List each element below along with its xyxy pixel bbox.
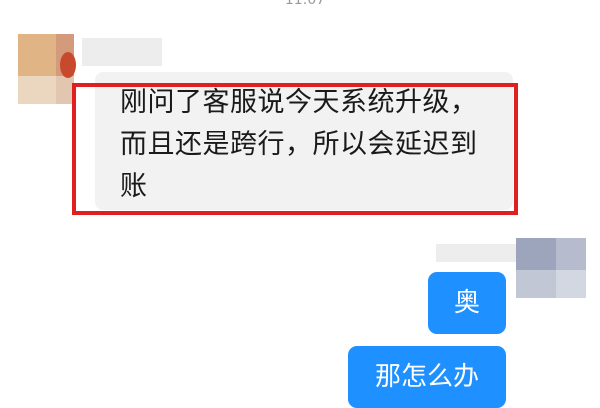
outgoing-message-bubble[interactable]: 奥 bbox=[428, 272, 506, 334]
avatar-pixel bbox=[556, 270, 586, 298]
my-name-blurred bbox=[436, 244, 516, 262]
avatar-pixel bbox=[556, 238, 586, 270]
avatar-badge-dot bbox=[60, 52, 76, 78]
my-avatar[interactable] bbox=[516, 238, 586, 298]
contact-name-blurred bbox=[82, 38, 162, 66]
avatar-pixel bbox=[516, 238, 556, 270]
avatar-pixel bbox=[18, 34, 56, 76]
avatar-pixel bbox=[516, 270, 556, 298]
red-highlight-box bbox=[72, 83, 518, 215]
outgoing-message-bubble[interactable]: 那怎么办 bbox=[348, 346, 506, 408]
avatar-pixel bbox=[18, 76, 56, 104]
message-timestamp: 11:07 bbox=[284, 0, 326, 8]
